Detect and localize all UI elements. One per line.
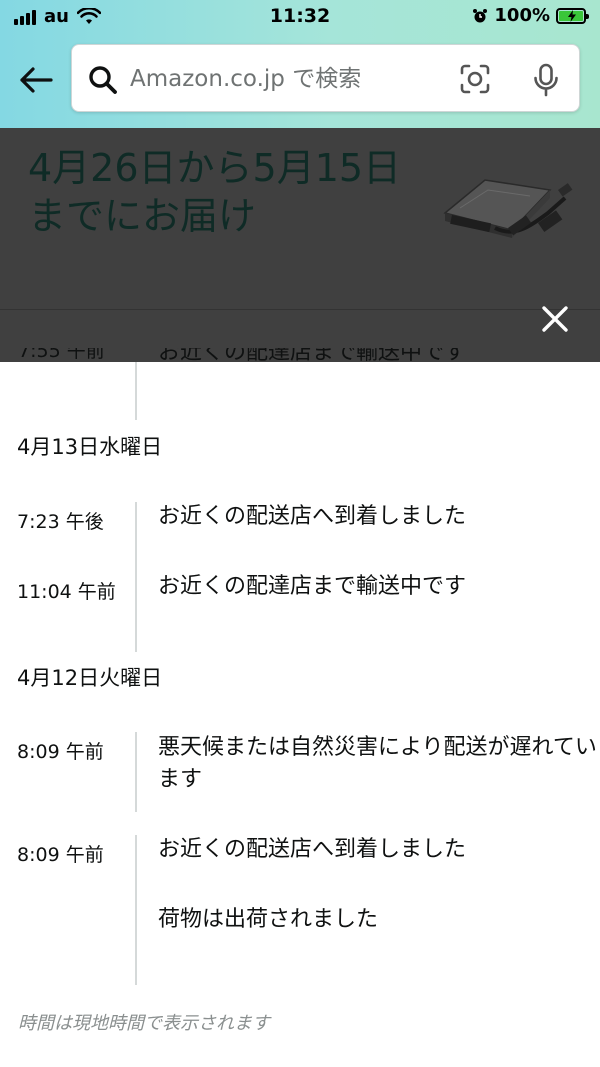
- search-input[interactable]: [130, 59, 450, 99]
- event-text: 悪天候または自然災害により配送が遅れています: [158, 735, 597, 792]
- battery-icon: [556, 7, 589, 24]
- search-icon: [89, 66, 117, 94]
- back-arrow-icon: [20, 67, 53, 93]
- event-time: 7:23 午後: [17, 511, 104, 533]
- battery-percent: 100%: [494, 5, 550, 26]
- camera-scan-icon[interactable]: [459, 63, 491, 95]
- alarm-icon: [473, 8, 488, 22]
- event-time: 8:09 午前: [17, 741, 104, 763]
- timeline-line: [135, 732, 137, 812]
- tracking-timeline: 7:55 午前 お近くの配達店まで輸送中です 4月13日水曜日 7:23 午後 …: [0, 348, 600, 1067]
- timeline-line: [135, 362, 137, 420]
- event-text: お近くの配送店へ到着しました: [158, 837, 467, 862]
- timeline-line: [135, 502, 137, 652]
- event-time: 8:09 午前: [17, 844, 104, 866]
- back-button[interactable]: [16, 60, 56, 100]
- event-time: 7:55 午前: [18, 348, 105, 362]
- microphone-icon[interactable]: [532, 63, 560, 97]
- delivery-overlay: 4月26日から5月15日までにお届け: [0, 128, 600, 362]
- overlay-divider: [0, 309, 600, 310]
- event-text: お近くの配送店へ到着しました: [158, 504, 467, 529]
- list-item: 7:55 午前 お近くの配達店まで輸送中です: [0, 348, 600, 376]
- event-time: 11:04 午前: [17, 581, 116, 603]
- product-thumbnail: [443, 179, 573, 238]
- event-text: お近くの配達店まで輸送中です: [158, 348, 467, 365]
- event-text: 荷物は出荷されました: [158, 907, 379, 932]
- timeline-line: [135, 835, 137, 985]
- timezone-note: 時間は現地時間で表示されます: [18, 1013, 270, 1034]
- date-header: 4月13日水曜日: [17, 435, 163, 459]
- charging-bolt-icon: [568, 9, 576, 22]
- event-text: お近くの配達店まで輸送中です: [158, 574, 467, 599]
- app-header: au 11:32 100%: [0, 0, 600, 128]
- delivery-estimate-title: 4月26日から5月15日までにお届け: [28, 146, 402, 238]
- search-bar[interactable]: [71, 44, 580, 112]
- date-header: 4月12日火曜日: [17, 666, 163, 690]
- status-bar: au 11:32 100%: [0, 0, 600, 34]
- close-icon[interactable]: [538, 302, 572, 336]
